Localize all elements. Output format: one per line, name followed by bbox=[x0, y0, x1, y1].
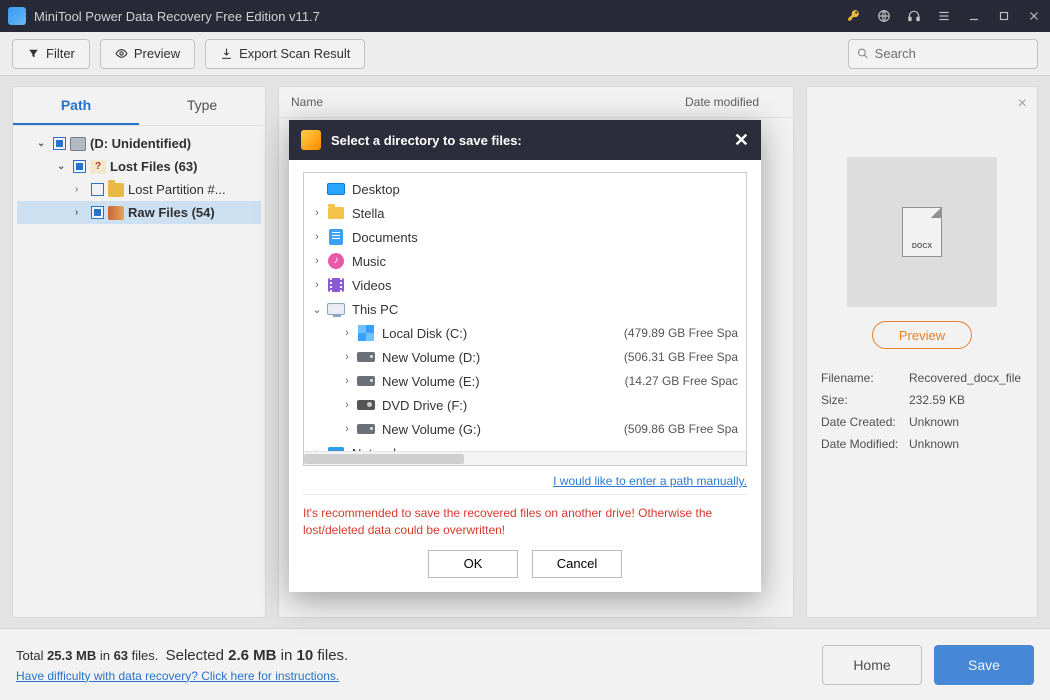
dir-f[interactable]: ›DVD Drive (F:) bbox=[304, 393, 746, 417]
documents-icon bbox=[329, 229, 343, 245]
folder-icon bbox=[328, 207, 344, 219]
directory-tree: Desktop ›Stella ›Documents ›Music ›Video… bbox=[303, 172, 747, 466]
dir-desktop[interactable]: Desktop bbox=[304, 177, 746, 201]
dir-documents[interactable]: ›Documents bbox=[304, 225, 746, 249]
drive-icon bbox=[357, 352, 375, 362]
drive-icon bbox=[357, 424, 375, 434]
pc-icon bbox=[327, 303, 345, 315]
dvd-drive-icon bbox=[357, 400, 375, 410]
save-directory-dialog: Select a directory to save files: ✕ Desk… bbox=[289, 120, 761, 592]
dir-music[interactable]: ›Music bbox=[304, 249, 746, 273]
warning-text: It's recommended to save the recovered f… bbox=[303, 494, 747, 550]
dialog-icon bbox=[301, 130, 321, 150]
drive-icon bbox=[357, 376, 375, 386]
dir-g[interactable]: ›New Volume (G:)(509.86 GB Free Spa bbox=[304, 417, 746, 441]
dialog-close-icon[interactable]: ✕ bbox=[734, 130, 749, 151]
dialog-title: Select a directory to save files: bbox=[331, 133, 522, 148]
h-scrollbar[interactable] bbox=[304, 451, 746, 465]
cancel-button[interactable]: Cancel bbox=[532, 550, 622, 578]
dir-thispc[interactable]: ⌄This PC bbox=[304, 297, 746, 321]
ok-button[interactable]: OK bbox=[428, 550, 518, 578]
windows-drive-icon bbox=[358, 325, 374, 341]
dir-stella[interactable]: ›Stella bbox=[304, 201, 746, 225]
dir-e[interactable]: ›New Volume (E:)(14.27 GB Free Spac bbox=[304, 369, 746, 393]
music-icon bbox=[328, 253, 344, 269]
videos-icon bbox=[328, 278, 344, 292]
dir-videos[interactable]: ›Videos bbox=[304, 273, 746, 297]
manual-path-link[interactable]: I would like to enter a path manually. bbox=[303, 474, 747, 488]
dir-c[interactable]: ›Local Disk (C:)(479.89 GB Free Spa bbox=[304, 321, 746, 345]
dir-d[interactable]: ›New Volume (D:)(506.31 GB Free Spa bbox=[304, 345, 746, 369]
desktop-icon bbox=[327, 183, 345, 195]
